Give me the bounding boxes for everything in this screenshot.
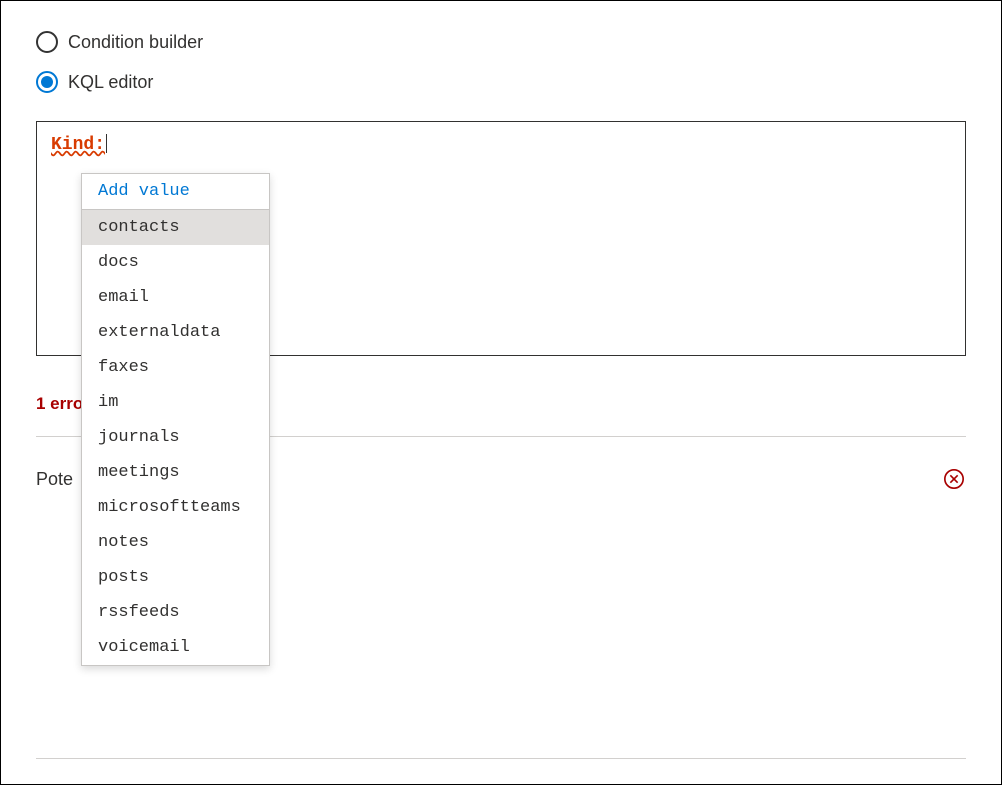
- suggestion-item-journals[interactable]: journals: [82, 420, 269, 455]
- radio-dot-icon: [41, 76, 53, 88]
- suggestion-item-docs[interactable]: docs: [82, 245, 269, 280]
- suggestion-item-voicemail[interactable]: voicemail: [82, 630, 269, 665]
- close-circle-icon: [943, 468, 965, 490]
- close-button[interactable]: [942, 467, 966, 491]
- bottom-divider: [36, 758, 966, 759]
- suggestion-item-contacts[interactable]: contacts: [82, 210, 269, 245]
- condition-builder-label: Condition builder: [68, 32, 203, 53]
- suggestion-header: Add value: [82, 174, 269, 210]
- radio-icon: [36, 31, 58, 53]
- editor-keyword-text: Kind:: [51, 135, 105, 155]
- suggestion-item-microsoftteams[interactable]: microsoftteams: [82, 490, 269, 525]
- radio-icon-selected: [36, 71, 58, 93]
- suggestion-item-email[interactable]: email: [82, 280, 269, 315]
- suggestion-item-externaldata[interactable]: externaldata: [82, 315, 269, 350]
- suggestion-item-notes[interactable]: notes: [82, 525, 269, 560]
- suggestion-dropdown[interactable]: Add value contactsdocsemailexternaldataf…: [81, 173, 270, 666]
- suggestion-item-posts[interactable]: posts: [82, 560, 269, 595]
- suggestion-item-rssfeeds[interactable]: rssfeeds: [82, 595, 269, 630]
- potential-label: Pote: [36, 469, 73, 490]
- suggestion-item-im[interactable]: im: [82, 385, 269, 420]
- text-cursor-icon: [106, 134, 107, 153]
- kql-editor-label: KQL editor: [68, 72, 153, 93]
- kql-editor-radio[interactable]: KQL editor: [36, 71, 966, 93]
- suggestion-item-meetings[interactable]: meetings: [82, 455, 269, 490]
- condition-builder-radio[interactable]: Condition builder: [36, 31, 966, 53]
- suggestion-item-faxes[interactable]: faxes: [82, 350, 269, 385]
